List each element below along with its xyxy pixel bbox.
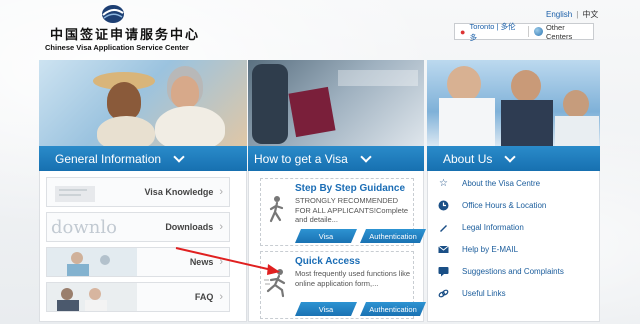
running-person-icon: [264, 269, 286, 298]
downloads-label: Downloads: [165, 222, 214, 232]
how-to-visa-hero-image: [248, 60, 424, 146]
about-item-suggestions[interactable]: Suggestions and Complaints: [438, 266, 564, 277]
chevron-right-icon: ›: [219, 291, 223, 303]
about-item-visa-centre[interactable]: ☆ About the Visa Centre: [438, 178, 540, 189]
about-item-office-hours[interactable]: Office Hours & Location: [438, 200, 546, 211]
site-header: 中国签证申请服务中心 Chinese Visa Application Serv…: [0, 0, 640, 58]
tab-how-to-get-visa[interactable]: How to get a Visa: [248, 146, 424, 171]
help-by-email-label: Help by E-MAIL: [462, 245, 519, 254]
list-item-downloads[interactable]: downlo Downloads ›: [46, 212, 230, 242]
quick-access-card[interactable]: Quick Access Most frequently used functi…: [260, 251, 414, 319]
news-label: News: [189, 257, 214, 267]
about-us-column: About Us ☆ About the Visa Centre Office …: [427, 60, 600, 322]
clock-icon: [438, 200, 449, 211]
legal-information-label: Legal Information: [462, 223, 524, 232]
about-item-legal-info[interactable]: Legal Information: [438, 222, 524, 233]
pen-icon: [438, 222, 449, 233]
faq-thumb: [47, 283, 137, 311]
step-by-step-card[interactable]: Step By Step Guidance STRONGLY RECOMMEND…: [260, 178, 414, 246]
about-item-email-help[interactable]: Help by E-MAIL: [438, 244, 518, 255]
chevron-down-icon: [173, 153, 185, 165]
location-bar: ● Toronto | 多伦多 Other Centers: [454, 21, 594, 43]
globe-icon: [533, 27, 543, 36]
tab-general-information-label: General Information: [55, 151, 162, 166]
quick-access-title[interactable]: Quick Access: [295, 256, 360, 267]
chevron-right-icon: ›: [219, 256, 223, 268]
walking-person-icon: [269, 196, 284, 223]
general-info-hero-image: [39, 60, 247, 146]
link-icon: [438, 288, 449, 299]
step-by-step-description: STRONGLY RECOMMENDED FOR ALL APPLICANTS!…: [295, 196, 409, 224]
how-to-visa-column: How to get a Visa Step By Step Guidance …: [248, 60, 424, 322]
quick-authentication-button[interactable]: Authentication: [360, 302, 426, 316]
office-hours-label: Office Hours & Location: [462, 201, 547, 210]
news-thumb: [47, 248, 137, 276]
general-info-panel: Visa Knowledge › downlo Downloads › News…: [39, 171, 247, 322]
about-item-useful-links[interactable]: Useful Links: [438, 288, 506, 299]
quick-visa-button[interactable]: Visa: [295, 302, 357, 316]
lang-english-link[interactable]: English: [546, 10, 572, 19]
logo-chinese-text[interactable]: 中国签证申请服务中心: [50, 24, 200, 43]
faq-label: FAQ: [194, 292, 214, 302]
language-switcher: English | 中文: [546, 9, 598, 20]
logo-icon: [102, 5, 124, 23]
location-pin-icon: ●: [460, 26, 466, 37]
chevron-right-icon: ›: [219, 221, 223, 233]
lang-chinese-link[interactable]: 中文: [582, 10, 598, 19]
current-location-link[interactable]: Toronto | 多伦多: [469, 21, 523, 43]
other-centers-link[interactable]: Other Centers: [546, 23, 593, 41]
tab-general-information[interactable]: General Information: [39, 146, 247, 171]
location-divider: [527, 26, 529, 37]
tab-about-us-label: About Us: [443, 151, 493, 166]
about-us-panel: ☆ About the Visa Centre Office Hours & L…: [427, 171, 600, 322]
chevron-down-icon: [360, 153, 372, 165]
step-visa-button[interactable]: Visa: [295, 229, 357, 243]
list-item-visa-knowledge[interactable]: Visa Knowledge ›: [46, 177, 230, 207]
useful-links-label: Useful Links: [462, 289, 506, 298]
lang-separator: |: [576, 10, 579, 19]
chevron-right-icon: ›: [219, 186, 223, 198]
about-us-hero-image: [427, 60, 600, 146]
visa-knowledge-thumb: [55, 186, 95, 202]
list-item-news[interactable]: News ›: [46, 247, 230, 277]
tab-about-us[interactable]: About Us: [427, 146, 600, 171]
downloads-thumb: downlo: [51, 217, 117, 238]
tab-how-to-get-visa-label: How to get a Visa: [254, 151, 348, 166]
suggestions-complaints-label: Suggestions and Complaints: [462, 267, 564, 276]
mail-icon: [438, 244, 449, 255]
logo-english-text[interactable]: Chinese Visa Application Service Center: [45, 43, 189, 52]
chevron-down-icon: [504, 153, 516, 165]
star-icon: ☆: [439, 178, 448, 189]
quick-access-description: Most frequently used functions like onli…: [295, 269, 411, 288]
list-item-faq[interactable]: FAQ ›: [46, 282, 230, 312]
chat-icon: [438, 266, 449, 277]
visa-knowledge-label: Visa Knowledge: [144, 187, 214, 197]
general-info-column: General Information Visa Knowledge › dow…: [39, 60, 247, 322]
step-by-step-title[interactable]: Step By Step Guidance: [295, 183, 405, 194]
step-authentication-button[interactable]: Authentication: [360, 229, 426, 243]
about-visa-centre-label: About the Visa Centre: [462, 179, 541, 188]
how-to-visa-panel: Step By Step Guidance STRONGLY RECOMMEND…: [248, 171, 424, 322]
